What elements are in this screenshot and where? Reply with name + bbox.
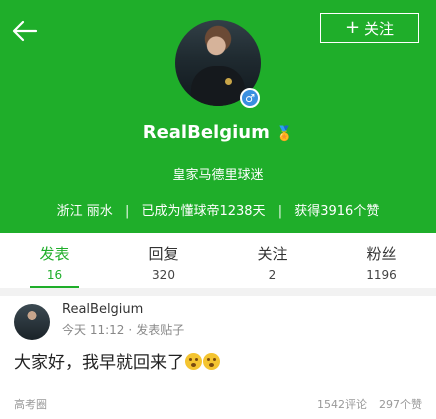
section-divider <box>0 288 436 296</box>
follow-button[interactable]: + 关注 <box>320 13 419 43</box>
worried-face-icon <box>185 353 202 370</box>
separator: | <box>277 204 283 219</box>
tab-following[interactable]: 关注 2 <box>218 233 327 288</box>
tab-count: 320 <box>152 268 175 282</box>
tab-label: 回复 <box>148 245 179 263</box>
post-counts: 1542评论 297个赞 <box>317 396 422 412</box>
post-body: 大家好，我早就回来了 <box>14 353 184 373</box>
profile-tabs: 发表 16 回复 320 关注 2 粉丝 1196 <box>0 233 436 289</box>
tab-replies[interactable]: 回复 320 <box>109 233 218 288</box>
post-username[interactable]: RealBelgium <box>62 302 143 317</box>
worried-face-icon <box>203 353 220 370</box>
fan-title: 皇家马德里球迷 <box>172 168 264 183</box>
follow-button-label: 关注 <box>364 19 395 38</box>
post-meta: 今天 11:12 · 发表贴子 <box>62 321 184 338</box>
post-time: 今天 11:12 <box>62 323 125 337</box>
medal-icon: 🏅 <box>275 126 294 142</box>
post-forum[interactable]: 高考圈 <box>14 396 47 412</box>
tab-label: 关注 <box>257 245 288 263</box>
meta-separator: · <box>128 323 133 337</box>
plus-icon: + <box>344 17 361 38</box>
tab-count: 1196 <box>366 268 397 282</box>
tab-followers[interactable]: 粉丝 1196 <box>327 233 436 288</box>
profile-header: + 关注 ♂ RealBelgium 🏅 皇家马德里球迷 浙江 丽水 | 已成为懂… <box>0 0 436 233</box>
membership-text: 已成为懂球帝1238天 <box>141 204 266 219</box>
post-likes-count[interactable]: 297个赞 <box>379 398 422 411</box>
post-card[interactable]: RealBelgium 今天 11:12 · 发表贴子 大家好，我早就回来了 高考圈… <box>0 296 436 419</box>
separator: | <box>124 204 130 219</box>
location-text: 浙江 丽水 <box>56 204 113 219</box>
post-text[interactable]: 大家好，我早就回来了 <box>14 348 220 373</box>
profile-username-text: RealBelgium <box>142 122 270 143</box>
tab-label: 粉丝 <box>366 245 397 263</box>
tab-count: 2 <box>268 268 277 282</box>
tab-label: 发表 <box>39 245 70 263</box>
male-gender-icon: ♂ <box>240 88 260 108</box>
post-action: 发表贴子 <box>136 323 185 337</box>
profile-stats-line: 浙江 丽水 | 已成为懂球帝1238天 | 获得3916个赞 <box>0 200 436 219</box>
tab-count: 16 <box>46 268 63 282</box>
profile-username: RealBelgium 🏅 <box>0 122 436 143</box>
post-avatar[interactable] <box>14 304 50 340</box>
post-comments-count[interactable]: 1542评论 <box>317 398 367 411</box>
back-arrow-icon[interactable] <box>10 16 40 46</box>
likes-text: 获得3916个赞 <box>294 204 380 219</box>
tab-posts[interactable]: 发表 16 <box>0 233 109 288</box>
